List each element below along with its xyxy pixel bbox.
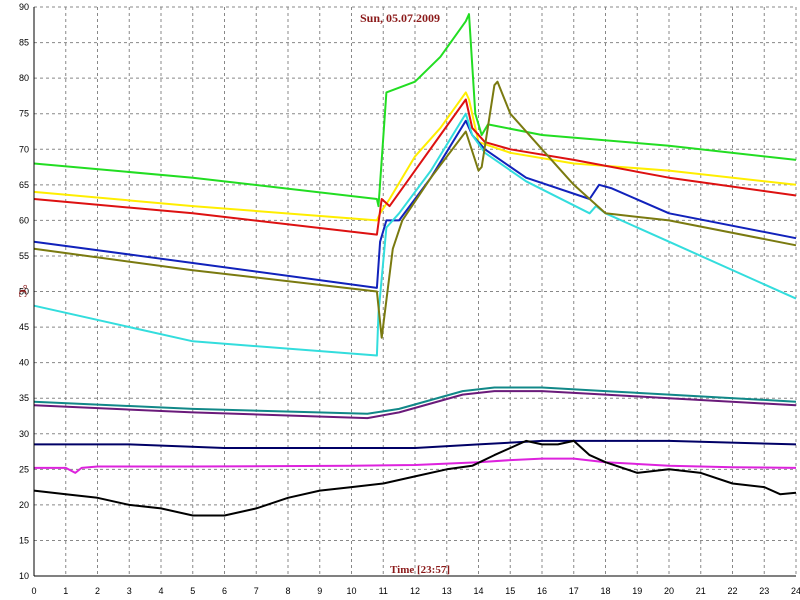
temperature-chart: 1015202530354045505560657075808590 01234… [16,2,800,596]
y-tick-label: 10 [19,571,29,581]
y-tick-label: 75 [19,109,29,119]
x-tick-label: 6 [222,586,227,596]
x-tick-label: 17 [569,586,579,596]
y-tick-label: 25 [19,464,29,474]
x-tick-label: 24 [791,586,800,596]
x-tick-label: 23 [759,586,769,596]
x-tick-label: 3 [127,586,132,596]
x-tick-label: 12 [410,586,420,596]
y-tick-label: 35 [19,393,29,403]
x-tick-label: 13 [442,586,452,596]
x-tick-labels: 0 1 2 3 4 5 6 7 8 9 10 11 12 13 14 15 16 17 18 19 20 21 22 23 24 [31,586,800,596]
y-tick-label: 65 [19,180,29,190]
x-tick-label: 7 [254,586,259,596]
x-tick-label: 16 [537,586,547,596]
x-tick-label: 4 [158,586,163,596]
x-tick-label: 14 [473,586,483,596]
y-axis-label: °C [16,284,30,297]
x-tick-label: 2 [95,586,100,596]
x-tick-label: 15 [505,586,515,596]
x-tick-label: 10 [346,586,356,596]
x-tick-label: 19 [632,586,642,596]
chart-title: Sun, 05.07.2009 [360,11,440,25]
y-tick-label: 80 [19,73,29,83]
x-tick-label: 22 [727,586,737,596]
y-tick-label: 30 [19,429,29,439]
y-tick-label: 15 [19,535,29,545]
x-tick-label: 20 [664,586,674,596]
y-tick-label: 70 [19,144,29,154]
x-tick-label: 1 [63,586,68,596]
x-tick-label: 5 [190,586,195,596]
y-tick-label: 45 [19,322,29,332]
y-tick-label: 20 [19,500,29,510]
y-tick-label: 55 [19,251,29,261]
x-tick-label: 21 [696,586,706,596]
x-tick-label: 9 [317,586,322,596]
y-tick-label: 85 [19,38,29,48]
y-tick-label: 90 [19,2,29,12]
x-axis-label: Time [23:57] [390,564,450,576]
x-tick-label: 18 [600,586,610,596]
x-tick-label: 11 [379,586,388,596]
x-tick-label: 0 [31,586,36,596]
y-tick-label: 60 [19,215,29,225]
x-tick-label: 8 [285,586,290,596]
y-tick-label: 40 [19,358,29,368]
